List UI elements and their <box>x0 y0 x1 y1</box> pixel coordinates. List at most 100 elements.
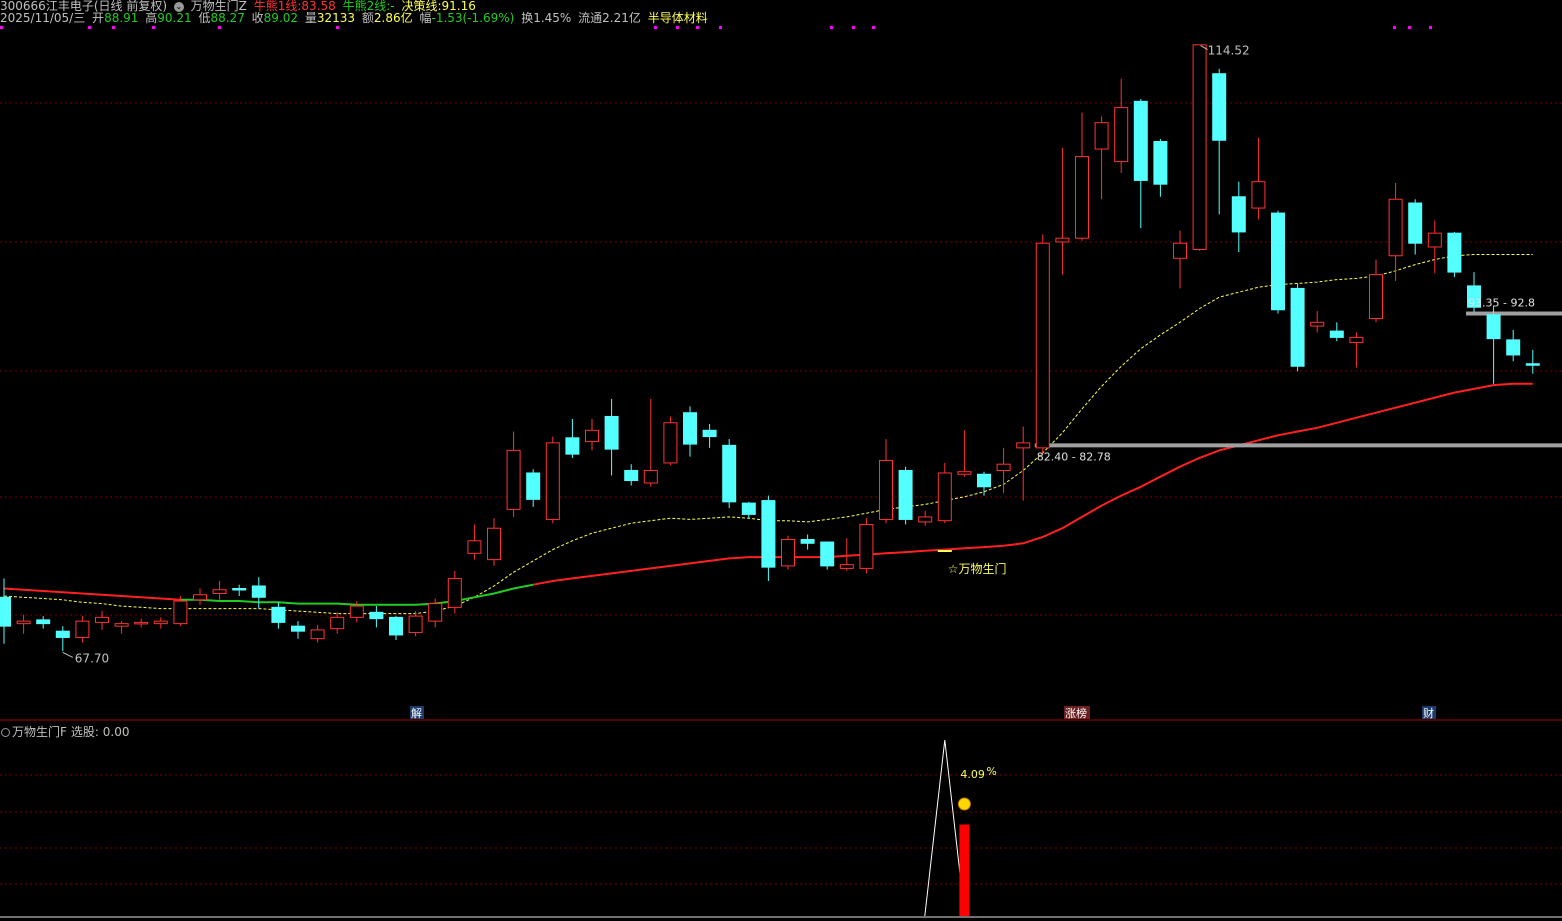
candle-body <box>1349 336 1364 343</box>
candle-body <box>1290 287 1305 367</box>
candle-body <box>271 606 286 623</box>
candle-body <box>1310 321 1325 327</box>
candle-body <box>996 463 1011 471</box>
candle <box>977 471 991 496</box>
top-dot-marker <box>0 26 3 29</box>
level-band <box>1034 443 1562 448</box>
candle-body <box>1251 181 1266 209</box>
candle <box>1114 78 1129 173</box>
stock-chart[interactable]: 114.52 67.70 ☆万物生门 93.35 - 92.8 82.40 - … <box>0 0 1562 921</box>
candle-body <box>1094 122 1109 150</box>
candle-body <box>604 415 619 450</box>
candle <box>153 617 168 629</box>
candle <box>330 612 345 634</box>
indicator-percent-mark: % <box>986 765 996 778</box>
candle <box>702 424 717 448</box>
top-dot-marker <box>719 26 722 29</box>
candle-body <box>506 449 521 510</box>
candle <box>16 614 31 634</box>
candle <box>1329 322 1344 342</box>
candle-body <box>1212 73 1227 141</box>
candle-body <box>918 516 933 523</box>
candle <box>624 464 639 486</box>
candle-body <box>839 564 854 569</box>
candle <box>1035 234 1050 455</box>
candle <box>643 398 658 487</box>
candle-body <box>1231 196 1246 233</box>
indicator-bar <box>959 824 970 916</box>
candle-body <box>1408 202 1423 244</box>
level-band <box>1466 311 1562 316</box>
candle-body <box>153 620 168 625</box>
candle-body <box>683 412 697 445</box>
candle <box>232 584 247 597</box>
event-zhangbang: 涨榜 <box>1065 706 1087 720</box>
candle <box>1369 259 1383 323</box>
candle <box>761 495 776 581</box>
candle <box>291 621 305 639</box>
candle <box>937 462 952 524</box>
candle <box>55 626 70 652</box>
candle-body <box>134 621 149 625</box>
candle-body <box>447 577 462 608</box>
candle-body <box>879 459 893 520</box>
grid-lines <box>0 26 1562 918</box>
candle <box>859 518 874 574</box>
candle-body <box>585 429 599 443</box>
lower-band-label: 82.40 - 82.78 <box>1037 450 1111 463</box>
candle-body <box>1427 232 1442 248</box>
candle-body <box>408 615 423 633</box>
indicator-peak-line <box>924 739 966 917</box>
candle <box>1192 44 1207 251</box>
candle-body <box>114 623 129 627</box>
candle-body <box>761 500 776 568</box>
signal-label: ☆万物生门 <box>948 561 1007 576</box>
candle-body <box>1271 212 1285 311</box>
indicator-panel: 4.09 % <box>924 739 997 917</box>
top-dot-marker <box>696 26 699 29</box>
candle-body <box>898 469 913 520</box>
top-dot-marker <box>852 26 855 29</box>
candle-body <box>781 539 795 567</box>
candle <box>75 616 90 643</box>
candle-body <box>251 585 266 598</box>
candle-body <box>643 469 658 484</box>
candle-body <box>977 473 991 488</box>
candle <box>1212 68 1227 215</box>
candle <box>1486 305 1501 384</box>
top-dot-marker <box>830 26 833 29</box>
smiley-face-icon <box>957 797 971 811</box>
top-dot-marker <box>336 26 339 29</box>
candle-body <box>310 629 325 640</box>
candle <box>369 606 384 628</box>
candle <box>1310 311 1325 333</box>
candle <box>467 524 482 560</box>
candle-body <box>467 540 482 554</box>
candle-body <box>291 625 305 632</box>
candle <box>114 621 129 634</box>
candle <box>1408 199 1423 255</box>
candlestick-series <box>0 44 1540 652</box>
candle <box>447 570 462 614</box>
candle-body <box>330 616 345 630</box>
upper-band-label: 93.35 - 92.8 <box>1468 297 1535 310</box>
candle-body <box>0 596 11 627</box>
top-dot-marker <box>872 26 875 29</box>
candle <box>212 580 227 600</box>
candle-body <box>565 437 580 455</box>
candle-body <box>232 587 247 591</box>
candle-body <box>526 472 541 500</box>
candle-body <box>16 620 31 625</box>
candle-body <box>722 444 737 503</box>
candle-body <box>1114 107 1129 163</box>
candle-body <box>369 611 384 620</box>
candle-body <box>487 527 501 561</box>
candle <box>1231 181 1246 252</box>
candle-body <box>859 523 874 569</box>
candle-body <box>428 603 443 622</box>
candle <box>1173 230 1187 289</box>
top-dot-marker <box>1429 26 1432 29</box>
top-dot-marker <box>676 26 679 29</box>
top-dot-marker <box>1393 26 1396 29</box>
candle <box>506 431 521 517</box>
